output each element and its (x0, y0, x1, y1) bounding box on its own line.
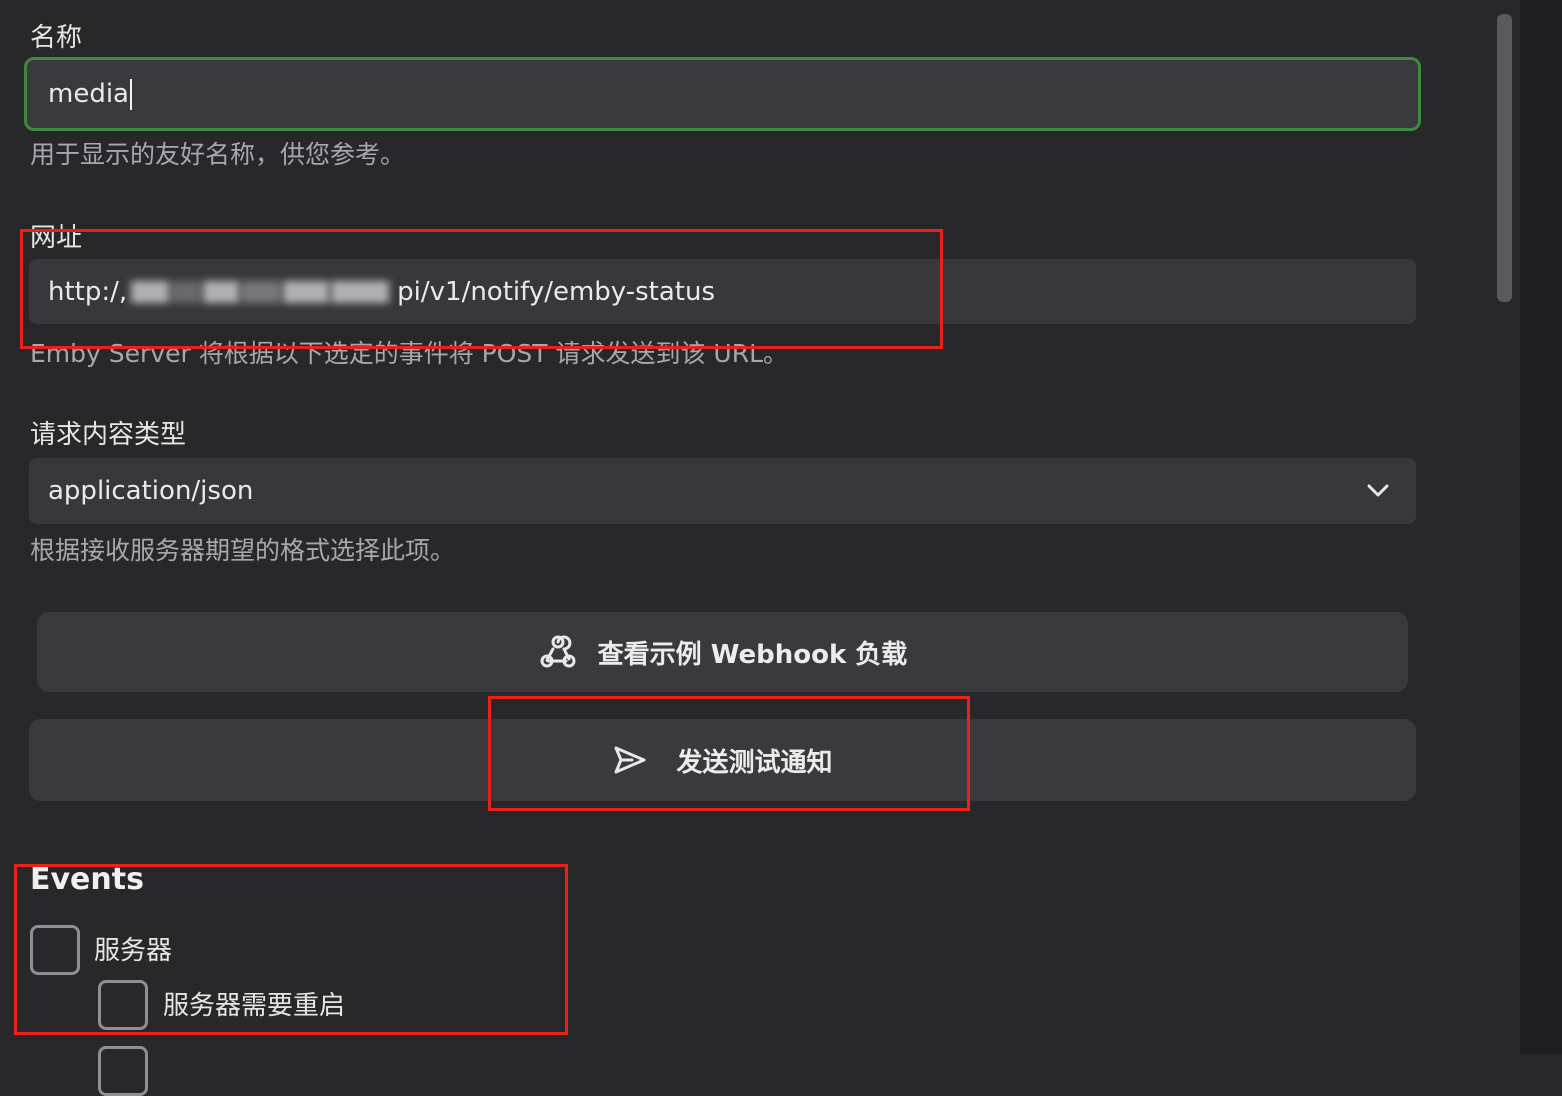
webhook-icon (538, 633, 578, 671)
event-server-restart-required-checkbox[interactable] (98, 980, 148, 1030)
scrollbar-thumb[interactable] (1497, 14, 1512, 302)
redacted-region (131, 280, 397, 303)
chevron-down-icon (1366, 483, 1390, 499)
events-heading: Events (30, 862, 144, 897)
content-type-select[interactable]: application/json (29, 458, 1416, 524)
url-label: 网址 (30, 223, 83, 253)
send-icon (612, 744, 648, 776)
content-type-hint: 根据接收服务器期望的格式选择此项。 (30, 536, 456, 565)
url-input[interactable]: http:/, pi/v1/notify/emby-status (29, 259, 1416, 324)
url-input-suffix: pi/v1/notify/emby-status (397, 276, 716, 307)
send-test-notification-button[interactable]: 发送测试通知 (29, 719, 1416, 801)
event-server-label: 服务器 (94, 936, 173, 966)
name-label: 名称 (30, 23, 83, 53)
view-sample-payload-label: 查看示例 Webhook 负载 (597, 639, 908, 670)
content-type-label: 请求内容类型 (30, 420, 187, 450)
name-hint: 用于显示的友好名称，供您参考。 (30, 140, 406, 169)
url-hint: Emby Server 将根据以下选定的事件将 POST 请求发送到该 URL。 (30, 339, 789, 368)
view-sample-payload-button[interactable]: 查看示例 Webhook 负载 (37, 612, 1408, 692)
right-panel-edge (1520, 0, 1562, 1054)
content-type-selected: application/json (48, 476, 254, 506)
name-input-value: media (48, 79, 129, 109)
event-server-checkbox[interactable] (30, 925, 80, 975)
event-server-restart-required-label: 服务器需要重启 (163, 991, 346, 1021)
text-caret (129, 78, 132, 110)
name-input[interactable]: media (24, 57, 1421, 131)
url-input-prefix: http:/, (48, 276, 128, 307)
send-test-notification-label: 发送测试通知 (676, 747, 833, 778)
